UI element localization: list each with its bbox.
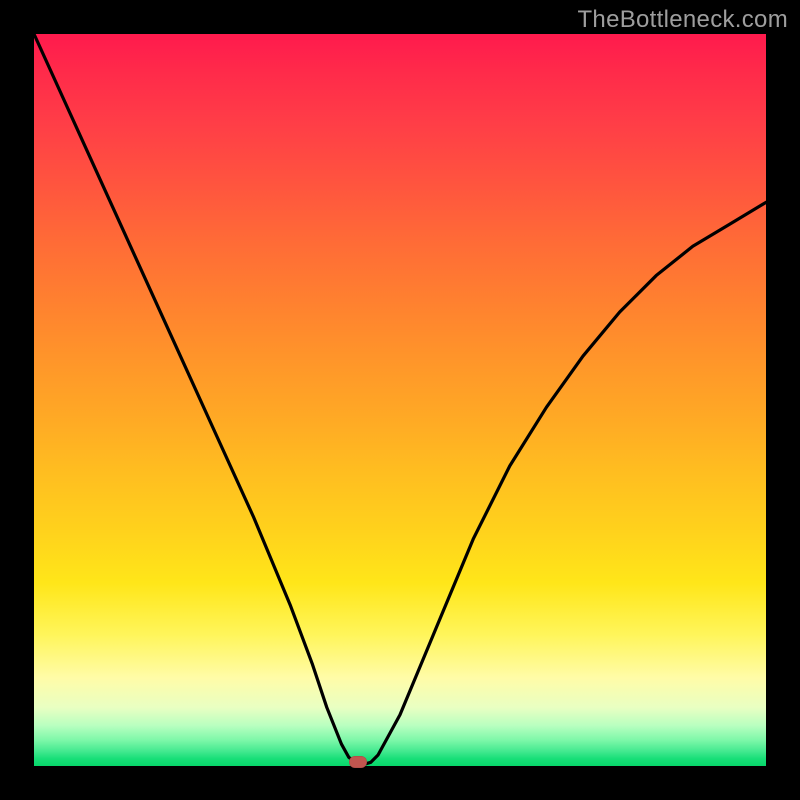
optimal-point-marker [349,756,367,768]
chart-frame: TheBottleneck.com [0,0,800,800]
curve-svg [34,34,766,766]
watermark-text: TheBottleneck.com [577,6,788,34]
plot-area [34,34,766,766]
bottleneck-curve [34,34,766,765]
